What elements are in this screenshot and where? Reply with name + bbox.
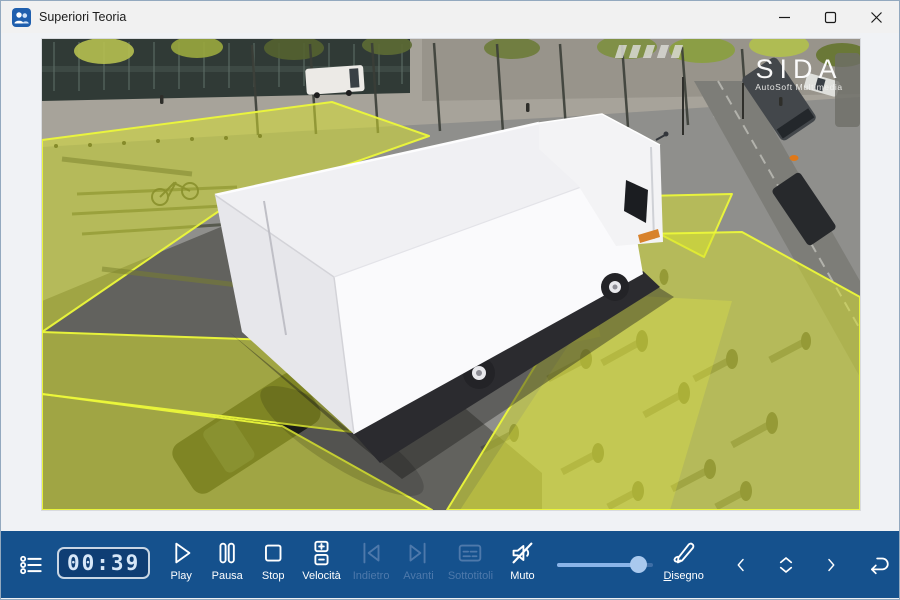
nav-next-button[interactable] [814,531,848,598]
volume-slider-thumb[interactable] [630,556,647,573]
nav-previous-button[interactable] [724,531,758,598]
subtitles-button[interactable]: Sottotitoli [441,531,499,598]
nav-expand-button[interactable] [766,531,806,598]
mute-button[interactable]: Muto [499,531,545,598]
sida-logo: SIDA AutoSoft Multimedia [755,54,842,92]
speed-icon [306,538,336,568]
lesson-scene: SIDA AutoSoft Multimedia [42,39,860,510]
skip-forward-icon [403,538,433,568]
draw-button[interactable]: Disegno [657,531,709,598]
skip-forward-button[interactable]: Avanti [395,531,441,598]
window-title: Superiori Teoria [39,10,126,24]
svg-text:SIDA: SIDA [755,54,842,84]
chapters-list-button[interactable] [11,531,51,598]
stage: SIDA AutoSoft Multimedia [1,33,899,531]
volume-slider[interactable] [557,537,653,593]
maximize-icon [824,11,837,24]
return-arrow-icon [864,549,892,581]
chevron-right-icon [820,550,842,580]
app-window: Superiori Teoria [0,0,900,600]
close-button[interactable] [853,2,899,33]
close-icon [870,11,883,24]
stop-button[interactable]: Stop [250,531,296,598]
title-bar: Superiori Teoria [1,1,899,34]
maximize-button[interactable] [807,2,853,33]
player-toolbar: 00:39 Play Pausa Stop Velocità Indietro [1,531,899,598]
svg-text:AutoSoft Multimedia: AutoSoft Multimedia [755,82,842,92]
subtitles-icon [455,538,485,568]
pause-icon [212,538,242,568]
skip-back-icon [356,538,386,568]
mute-icon [507,538,537,568]
app-icon [12,8,31,27]
pause-button[interactable]: Pausa [204,531,250,598]
skip-back-button[interactable]: Indietro [347,531,396,598]
timer-display: 00:39 [57,547,150,579]
play-button[interactable]: Play [158,531,204,598]
chevron-left-icon [730,550,752,580]
chapters-list-icon [17,549,45,581]
return-button[interactable] [858,531,898,598]
timer-value: 00:39 [67,551,140,575]
speed-button[interactable]: Velocità [296,531,347,598]
minimize-icon [778,11,791,24]
video-display: SIDA AutoSoft Multimedia [41,38,861,511]
minimize-button[interactable] [761,2,807,33]
stop-icon [258,538,288,568]
play-icon [166,538,196,568]
pen-icon [669,538,699,568]
chevron-updown-icon [772,549,800,581]
